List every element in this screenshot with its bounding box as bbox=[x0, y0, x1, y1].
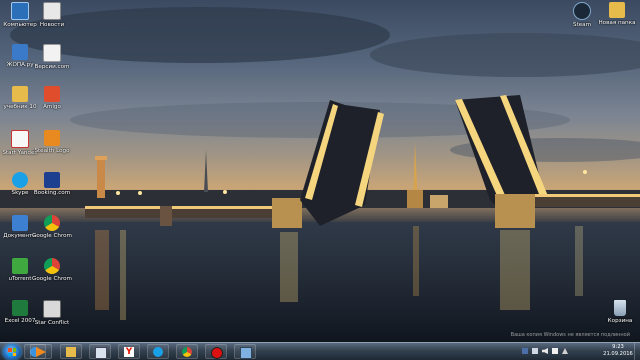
desktop-icon-recycle-bin[interactable]: Корзина bbox=[600, 300, 640, 325]
folder-icon bbox=[609, 2, 625, 18]
skype-icon bbox=[153, 347, 163, 357]
taskbar-clock[interactable]: 9:23 21.09.2016 bbox=[598, 344, 638, 358]
clock-date: 21.09.2016 bbox=[603, 351, 633, 357]
computer-icon bbox=[240, 347, 252, 359]
volume-icon[interactable] bbox=[542, 348, 548, 354]
desktop-icon-stealth[interactable]: Stealth Logo bbox=[32, 130, 72, 155]
taskbar-pinned-chrome[interactable] bbox=[176, 344, 198, 359]
recycle-bin-icon bbox=[614, 300, 626, 316]
desktop-icon-label: Google Chrome bbox=[32, 276, 72, 282]
skype-icon bbox=[12, 172, 28, 188]
folder-icon bbox=[66, 347, 76, 357]
taskbar-pinned-libraries[interactable] bbox=[60, 344, 82, 359]
desktop-icon-label: Корзина bbox=[607, 318, 633, 324]
language-icon[interactable] bbox=[522, 348, 528, 354]
excel-icon bbox=[12, 300, 28, 316]
taskbar-pinned-media[interactable] bbox=[30, 344, 52, 359]
taskbar-pinned-computer[interactable] bbox=[234, 344, 256, 359]
desktop-icon-label: Новая папка bbox=[598, 20, 636, 26]
taskbar-pinned-record[interactable] bbox=[205, 344, 227, 359]
network-icon[interactable] bbox=[532, 348, 538, 354]
desktop-icon-star-conflict[interactable]: Star Conflict bbox=[32, 300, 72, 327]
start-button[interactable] bbox=[3, 344, 21, 360]
stealth-icon bbox=[44, 130, 60, 146]
activation-watermark: Ваша копия Windows не является подлинной bbox=[511, 332, 630, 338]
desktop-icon-label: Версии.com bbox=[34, 64, 70, 70]
desktop-icon-new-folder[interactable]: Новая папка bbox=[597, 2, 637, 27]
folder-icon bbox=[12, 86, 28, 102]
wallpaper-scene bbox=[0, 7, 640, 342]
yandex-icon bbox=[11, 130, 29, 148]
shortcut-icon bbox=[12, 44, 28, 60]
yandex-browser-icon: Y bbox=[124, 347, 134, 357]
desktop-icon-steam[interactable]: Steam bbox=[562, 2, 602, 29]
desktop-icon-label: Google Chrome bbox=[32, 233, 72, 239]
chevron-up-icon[interactable] bbox=[562, 348, 568, 354]
clock-time: 9:23 bbox=[612, 344, 624, 350]
desktop-icon-versii[interactable]: Версии.com bbox=[32, 44, 72, 71]
computer-icon bbox=[11, 2, 29, 20]
documents-icon bbox=[12, 215, 28, 231]
desktop-icon-label: Amigo bbox=[43, 104, 61, 110]
desktop-icon-label: Steam bbox=[572, 22, 592, 28]
watermark-line: Ваша копия Windows не является подлинной bbox=[510, 332, 630, 338]
desktop-icon-label: Star Conflict bbox=[34, 320, 70, 326]
booking-icon bbox=[44, 172, 60, 188]
desktop-icon-chrome-1[interactable]: Google Chrome bbox=[32, 215, 72, 240]
desktop-wallpaper bbox=[0, 0, 640, 342]
desktop-icon-label: Booking.com bbox=[33, 190, 71, 196]
chrome-icon bbox=[44, 215, 60, 231]
media-player-icon bbox=[36, 347, 46, 357]
news-icon bbox=[43, 2, 61, 20]
taskbar-pinned-skype[interactable] bbox=[147, 344, 169, 359]
star-conflict-icon bbox=[43, 300, 61, 318]
taskbar-pinned-window[interactable] bbox=[89, 344, 111, 359]
desktop-icon-label: Новости bbox=[39, 22, 65, 28]
record-icon bbox=[211, 347, 223, 359]
desktop-icon-amigo[interactable]: Amigo bbox=[32, 86, 72, 111]
chrome-icon bbox=[44, 258, 60, 274]
utorrent-icon bbox=[12, 258, 28, 274]
taskbar: Y 9:23 21.09.2016 bbox=[0, 342, 640, 360]
windows-logo-icon bbox=[8, 348, 16, 356]
flag-icon[interactable] bbox=[552, 348, 558, 354]
taskbar-pinned-yandex[interactable]: Y bbox=[118, 344, 140, 359]
document-icon bbox=[43, 44, 61, 62]
chrome-icon bbox=[182, 347, 192, 357]
amigo-icon bbox=[44, 86, 60, 102]
desktop-icon-chrome-2[interactable]: Google Chrome bbox=[32, 258, 72, 283]
window-icon bbox=[95, 347, 107, 359]
steam-icon bbox=[573, 2, 591, 20]
desktop-icon-label: Stealth Logo bbox=[34, 148, 70, 154]
show-desktop-button[interactable] bbox=[634, 343, 640, 360]
desktop-icon-news[interactable]: Новости bbox=[32, 2, 72, 29]
desktop-icon-booking[interactable]: Booking.com bbox=[32, 172, 72, 197]
